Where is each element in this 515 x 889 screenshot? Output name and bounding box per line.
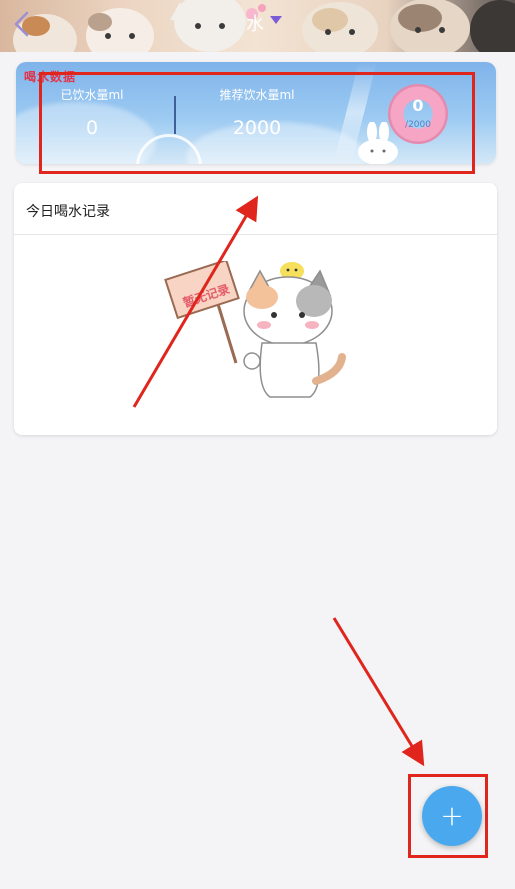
water-tracker-screen: 水 喝水数据 已饮水量ml 0 推荐饮水量ml 2000 0 /2000 今日喝… [0, 0, 515, 889]
annotation-arrow-down [332, 617, 425, 767]
annotation-arrow-up [132, 195, 259, 408]
annotation-arrows [132, 195, 425, 767]
